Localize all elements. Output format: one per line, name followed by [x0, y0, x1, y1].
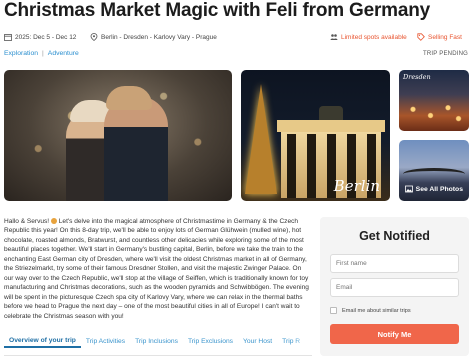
selling-fast-badge: Selling Fast	[417, 33, 462, 41]
smile-emoji-icon	[50, 218, 57, 224]
description-body: Let's delve into the magical atmosphere …	[4, 218, 309, 320]
page-title: Christmas Market Magic with Feli from Ge…	[4, 0, 431, 21]
tag-separator: |	[42, 50, 44, 57]
main-photo[interactable]	[4, 70, 232, 201]
selling-fast-text: Selling Fast	[428, 33, 462, 41]
gallery-icon	[404, 185, 413, 193]
location-pin-icon	[90, 33, 98, 41]
berlin-caption: Berlin	[333, 177, 380, 195]
tag-adventure[interactable]: Adventure	[48, 50, 79, 57]
photo-figure	[104, 96, 168, 201]
tab-your-host[interactable]: Your Host	[238, 334, 277, 348]
christmas-tree	[245, 84, 277, 194]
tab-activities[interactable]: Trip Activities	[81, 334, 130, 348]
similar-trips-option[interactable]: Email me about similar trips	[330, 307, 411, 314]
tag-icon	[417, 33, 425, 41]
photo-figure-hat	[106, 86, 152, 110]
similar-trips-label: Email me about similar trips	[342, 307, 411, 314]
tab-inclusions[interactable]: Trip Inclusions	[130, 334, 183, 348]
trip-tabs: Overview of your trip Trip Activities Tr…	[4, 334, 312, 356]
dates-text: 2025: Dec 5 - Dec 12	[15, 33, 77, 41]
bridge-photo[interactable]: See All Photos	[399, 140, 469, 201]
notify-heading: Get Notified	[359, 229, 430, 243]
trip-tags: Exploration | Adventure	[4, 50, 79, 57]
see-all-label: See All Photos	[415, 185, 463, 193]
similar-trips-checkbox[interactable]	[330, 307, 337, 314]
limited-spots-badge: Limited spots available	[330, 33, 407, 41]
email-input[interactable]	[330, 278, 459, 297]
notify-me-button[interactable]: Notify Me	[330, 324, 459, 344]
berlin-photo[interactable]: Berlin	[241, 70, 390, 201]
trip-route: Berlin - Dresden - Karlovy Vary - Prague	[90, 33, 217, 41]
dresden-caption: Dresden	[403, 73, 431, 81]
first-name-input[interactable]	[330, 254, 459, 273]
tab-overview[interactable]: Overview of your trip	[4, 334, 81, 348]
route-text: Berlin - Dresden - Karlovy Vary - Prague	[101, 33, 217, 41]
trip-description: Hallo & Servus! Let's delve into the mag…	[4, 217, 312, 321]
tab-exclusions[interactable]: Trip Exclusions	[183, 334, 238, 348]
group-icon	[330, 34, 338, 40]
description-intro: Hallo & Servus!	[4, 218, 50, 225]
tag-exploration[interactable]: Exploration	[4, 50, 38, 57]
see-all-photos-button[interactable]: See All Photos	[404, 185, 463, 193]
trip-status: TRIP PENDING	[423, 51, 468, 57]
get-notified-panel: Get Notified Email me about similar trip…	[320, 217, 469, 356]
calendar-icon	[4, 34, 12, 41]
trip-dates: 2025: Dec 5 - Dec 12	[4, 33, 76, 41]
limited-spots-text: Limited spots available	[341, 33, 407, 41]
trip-meta: 2025: Dec 5 - Dec 12 Berlin - Dresden - …	[4, 33, 470, 45]
dresden-photo[interactable]: Dresden	[399, 70, 469, 131]
